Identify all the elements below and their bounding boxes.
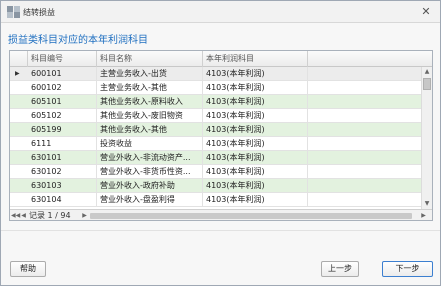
cell-code[interactable]: 630103	[28, 179, 97, 193]
cell-target[interactable]: 4103(本年利润)	[203, 67, 308, 81]
table-row[interactable]: 630102 营业外收入-非货币性资... 4103(本年利润)	[10, 165, 421, 179]
header-code[interactable]: 科目编号	[28, 51, 97, 67]
header-target[interactable]: 本年利润科目	[203, 51, 308, 67]
account-grid: 科目编号 科目名称 本年利润科目 ▶ 600101 主营业务收入-出货 4103(本年…	[9, 50, 433, 221]
title-bar: 结转损益 ✕	[1, 1, 440, 23]
cell-empty[interactable]	[308, 95, 421, 109]
scroll-right-icon[interactable]: ▶	[419, 211, 428, 220]
cell-name[interactable]: 投资收益	[97, 137, 203, 151]
cell-name[interactable]: 营业外收入-盘盈利得	[97, 193, 203, 207]
table-row[interactable]: 630103 营业外收入-政府补助 4103(本年利润)	[10, 179, 421, 193]
cell-target[interactable]: 4103(本年利润)	[203, 137, 308, 151]
cell-empty[interactable]	[308, 151, 421, 165]
help-button[interactable]: 帮助	[10, 261, 46, 277]
section-title: 损益类科目对应的本年利润科目	[8, 35, 148, 46]
header-indicator-cell	[10, 51, 28, 67]
horizontal-scroll-thumb[interactable]	[90, 213, 412, 219]
table-row[interactable]: ▶ 600101 主营业务收入-出货 4103(本年利润)	[10, 67, 421, 81]
table-row[interactable]: 630104 营业外收入-盘盈利得 4103(本年利润)	[10, 193, 421, 207]
cell-name[interactable]: 其他业务收入-原料收入	[97, 95, 203, 109]
cell-code[interactable]: 630104	[28, 193, 97, 207]
prev-record-icon[interactable]: ◀	[19, 211, 28, 220]
grid-header: 科目编号 科目名称 本年利润科目	[10, 51, 432, 67]
cell-target[interactable]: 4103(本年利润)	[203, 81, 308, 95]
grid-footer: ◀◀ ◀ 记录 1 / 94 ▶ ▶	[10, 209, 432, 220]
cell-empty[interactable]	[308, 109, 421, 123]
current-row-indicator-icon: ▶	[15, 70, 20, 77]
scroll-down-icon[interactable]: ▼	[422, 199, 432, 209]
table-row[interactable]: 600102 主营业务收入-其他 4103(本年利润)	[10, 81, 421, 95]
cell-name[interactable]: 营业外收入-非货币性资...	[97, 165, 203, 179]
record-counter: 记录 1 / 94	[29, 211, 71, 220]
cell-code[interactable]: 600102	[28, 81, 97, 95]
table-row[interactable]: 6111 投资收益 4103(本年利润)	[10, 137, 421, 151]
cell-code[interactable]: 605199	[28, 123, 97, 137]
cell-name[interactable]: 营业外收入-非流动资产...	[97, 151, 203, 165]
cell-target[interactable]: 4103(本年利润)	[203, 123, 308, 137]
scroll-up-icon[interactable]: ▲	[422, 67, 432, 77]
close-icon[interactable]: ✕	[419, 5, 433, 19]
cell-target[interactable]: 4103(本年利润)	[203, 179, 308, 193]
dialog-window: 结转损益 ✕ 损益类科目对应的本年利润科目 科目编号 科目名称 本年利润科目 ▶…	[0, 0, 441, 286]
prev-button[interactable]: 上一步	[321, 261, 359, 277]
window-title: 结转损益	[23, 8, 55, 17]
header-name[interactable]: 科目名称	[97, 51, 203, 67]
vertical-scrollbar[interactable]: ▲ ▼	[421, 67, 432, 209]
cell-target[interactable]: 4103(本年利润)	[203, 95, 308, 109]
table-row[interactable]: 605199 其他业务收入-其他 4103(本年利润)	[10, 123, 421, 137]
cell-target[interactable]: 4103(本年利润)	[203, 151, 308, 165]
cell-empty[interactable]	[308, 123, 421, 137]
cell-target[interactable]: 4103(本年利润)	[203, 165, 308, 179]
cell-code[interactable]: 605101	[28, 95, 97, 109]
cell-empty[interactable]	[308, 193, 421, 207]
scrollbar-thumb[interactable]	[423, 78, 431, 90]
app-window-icon	[7, 6, 20, 18]
cell-name[interactable]: 主营业务收入-出货	[97, 67, 203, 81]
table-row[interactable]: 630101 营业外收入-非流动资产... 4103(本年利润)	[10, 151, 421, 165]
next-button[interactable]: 下一步	[382, 261, 433, 277]
cell-empty[interactable]	[308, 81, 421, 95]
cell-empty[interactable]	[308, 137, 421, 151]
cell-empty[interactable]	[308, 179, 421, 193]
table-row[interactable]: 605101 其他业务收入-原料收入 4103(本年利润)	[10, 95, 421, 109]
cell-empty[interactable]	[308, 165, 421, 179]
table-row[interactable]: 605102 其他业务收入-废旧物资 4103(本年利润)	[10, 109, 421, 123]
cell-code[interactable]: 630102	[28, 165, 97, 179]
cell-code[interactable]: 605102	[28, 109, 97, 123]
cell-empty[interactable]	[308, 67, 421, 81]
grid-rows: ▶ 600101 主营业务收入-出货 4103(本年利润) 600102 主营业务收入-其…	[10, 67, 421, 209]
cell-name[interactable]: 其他业务收入-废旧物资	[97, 109, 203, 123]
cell-code[interactable]: 6111	[28, 137, 97, 151]
cell-name[interactable]: 主营业务收入-其他	[97, 81, 203, 95]
cell-code[interactable]: 600101	[28, 67, 97, 81]
divider	[1, 230, 440, 231]
cell-target[interactable]: 4103(本年利润)	[203, 109, 308, 123]
cell-code[interactable]: 630101	[28, 151, 97, 165]
cell-name[interactable]: 其他业务收入-其他	[97, 123, 203, 137]
next-record-icon[interactable]: ▶	[80, 211, 89, 220]
cell-name[interactable]: 营业外收入-政府补助	[97, 179, 203, 193]
cell-target[interactable]: 4103(本年利润)	[203, 193, 308, 207]
